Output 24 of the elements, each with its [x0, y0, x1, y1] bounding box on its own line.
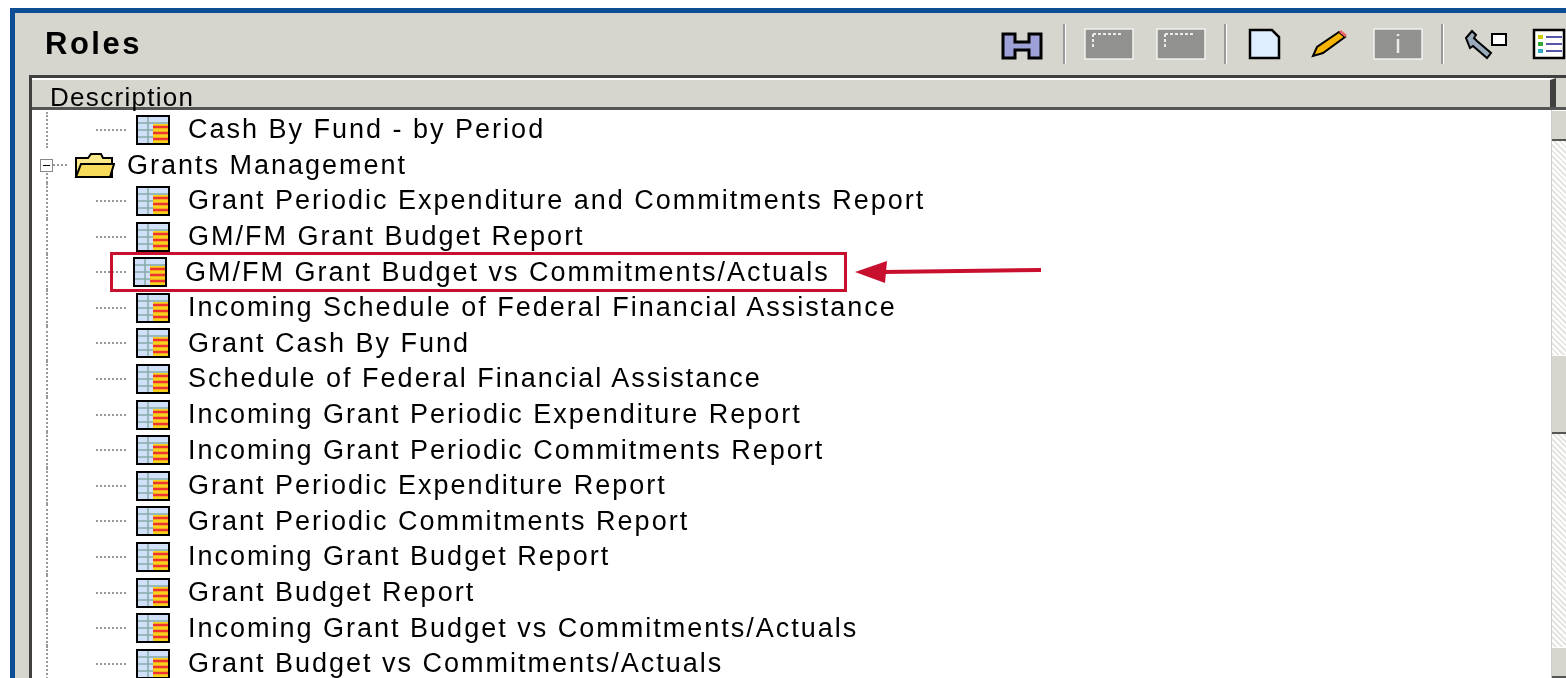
grid-icon: [1156, 28, 1206, 60]
report-item[interactable]: GM/FM Grant Budget vs Commitments/Actuals: [185, 256, 830, 288]
report-item[interactable]: Incoming Grant Periodic Commitments Report: [188, 434, 825, 466]
report-item[interactable]: Grant Periodic Commitments Report: [188, 505, 690, 537]
report-item[interactable]: Cash By Fund - by Period: [188, 114, 546, 146]
report-item[interactable]: Incoming Grant Budget vs Commitments/Actuals: [188, 612, 859, 644]
report-item[interactable]: Grant Budget Report: [188, 577, 476, 608]
folder-item[interactable]: Grants Management: [127, 149, 408, 181]
report-item[interactable]: Schedule of Federal Financial Assistance: [188, 363, 762, 395]
report-item[interactable]: Grant Budget vs Commitments/Actuals: [188, 648, 724, 678]
collapse-toggle[interactable]: [40, 158, 53, 172]
panel-title: Roles: [45, 26, 142, 62]
report-item[interactable]: Grant Periodic Expenditure and Commitments Report: [188, 185, 926, 217]
report-item[interactable]: Incoming Grant Budget Report: [188, 541, 611, 573]
report-item[interactable]: Incoming Schedule of Federal Financial Assistance: [188, 292, 897, 324]
folder-icon: [73, 150, 115, 181]
grid-icon: [1084, 28, 1134, 60]
list-icon: [1532, 28, 1566, 60]
report-item[interactable]: GM/FM Grant Budget Report: [188, 221, 585, 253]
report-item[interactable]: Grant Periodic Expenditure Report: [188, 470, 667, 502]
scrollbar[interactable]: [1551, 110, 1566, 678]
report-item[interactable]: Grant Cash By Fund: [188, 327, 471, 359]
info-icon: [1373, 28, 1423, 60]
report-item[interactable]: Incoming Grant Periodic Expenditure Report: [188, 399, 802, 431]
